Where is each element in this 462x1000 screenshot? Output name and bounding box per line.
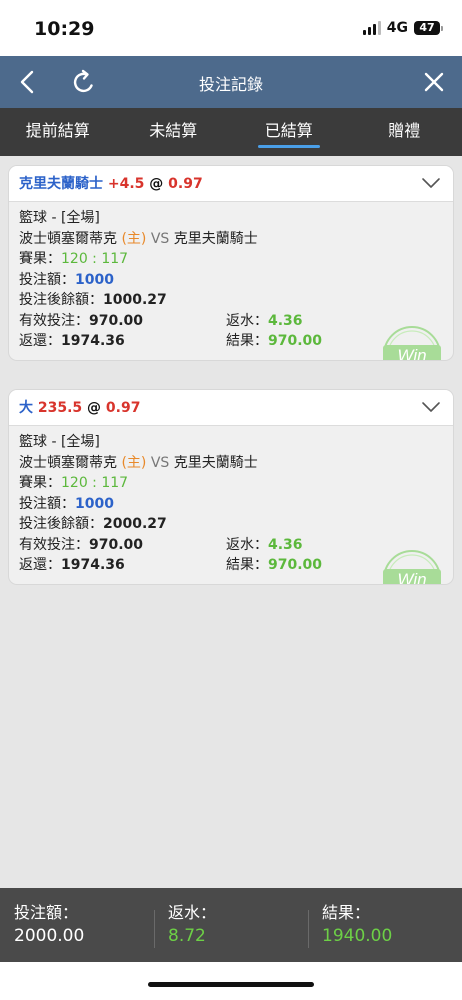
summary-stake: 投注額： 2000.00: [0, 902, 154, 962]
stake-label: 投注額：: [19, 495, 75, 512]
score-value: 120 : 117: [61, 251, 129, 267]
tab-unsettled[interactable]: 未結算: [116, 108, 232, 156]
score-line: 賽果：120 : 117: [19, 249, 443, 270]
summary-stake-label: 投注額：: [14, 903, 79, 922]
vs-label: VS: [150, 230, 170, 247]
valid-label: 有效投注：: [19, 312, 89, 329]
vs-label: VS: [150, 454, 170, 471]
match-line: 波士頓塞爾蒂克 (主) VS 克里夫蘭騎士: [19, 453, 443, 474]
stake-value: 1000: [75, 271, 114, 288]
balance-label: 投注後餘額：: [19, 292, 103, 308]
balance-line: 投注後餘額：2000.27: [19, 514, 443, 535]
stake-line: 投注額：1000: [19, 494, 443, 515]
return-label: 返還：: [19, 333, 61, 349]
win-badge-text: Win: [397, 570, 426, 584]
sport-line: 籃球 - [全場]: [19, 434, 100, 450]
return-value: 1974.36: [61, 557, 125, 573]
valid-rebate-line: 有效投注：970.00 返水：4.36: [19, 311, 443, 332]
rebate-value: 4.36: [268, 312, 303, 329]
balance-label: 投注後餘額：: [19, 516, 103, 532]
stake-label: 投注額：: [19, 271, 75, 288]
tab-bar: 提前結算 未結算 已結算 贈禮: [0, 108, 462, 156]
return-label: 返還：: [19, 557, 61, 573]
bet-line: 235.5: [37, 400, 83, 416]
status-time: 10:29: [34, 18, 95, 40]
summary-result-value: 1940.00: [322, 926, 393, 946]
bet-card-header[interactable]: 大 235.5 @ 0.97: [9, 390, 453, 426]
summary-rebate-value: 8.72: [168, 926, 206, 946]
bet-selection: 克里夫蘭騎士: [19, 176, 103, 192]
score-value: 120 : 117: [61, 475, 129, 491]
app-header: 投注記錄: [0, 56, 462, 108]
return-result-line: 返還：1974.36 結果：970.00: [19, 331, 443, 352]
summary-rebate: 返水： 8.72: [154, 902, 308, 962]
network-label: 4G: [386, 20, 408, 36]
bet-at: @: [87, 400, 102, 416]
score-label: 賽果：: [19, 251, 61, 267]
chevron-down-icon[interactable]: [421, 176, 441, 190]
summary-stake-value: 2000.00: [14, 926, 85, 946]
battery-icon: 47: [414, 21, 443, 35]
valid-label: 有效投注：: [19, 536, 89, 553]
away-team: 克里夫蘭騎士: [173, 230, 258, 247]
home-indicator[interactable]: [148, 982, 314, 987]
sport-line: 籃球 - [全場]: [19, 210, 100, 226]
return-result-line: 返還：1974.36 結果：970.00: [19, 555, 443, 576]
home-team: 波士頓塞爾蒂克: [19, 230, 117, 247]
bet-card: 克里夫蘭騎士 +4.5 @ 0.97 籃球 - [全場] 波士頓塞爾蒂克 (主)…: [9, 166, 453, 360]
result-value: 970.00: [268, 557, 323, 573]
win-stamp-icon: Win: [383, 326, 441, 360]
bet-odds: 0.97: [105, 400, 141, 416]
summary-result: 結果： 1940.00: [308, 902, 462, 962]
bet-at: @: [149, 176, 164, 192]
bet-card: 大 235.5 @ 0.97 籃球 - [全場] 波士頓塞爾蒂克 (主) VS …: [9, 390, 453, 584]
balance-line: 投注後餘額：1000.27: [19, 290, 443, 311]
home-indicator-area: [0, 962, 462, 1000]
rebate-value: 4.36: [268, 536, 303, 553]
status-indicators: 4G 47: [362, 20, 443, 36]
stake-value: 1000: [75, 495, 114, 512]
valid-rebate-line: 有效投注：970.00 返水：4.36: [19, 535, 443, 556]
rebate-label: 返水：: [226, 312, 268, 329]
stake-line: 投注額：1000: [19, 270, 443, 291]
result-value: 970.00: [268, 333, 323, 349]
bet-card-header[interactable]: 克里夫蘭騎士 +4.5 @ 0.97: [9, 166, 453, 202]
close-button[interactable]: [416, 64, 452, 100]
bet-odds: 0.97: [168, 176, 203, 192]
bet-line: +4.5: [107, 176, 145, 192]
chevron-down-icon[interactable]: [421, 400, 441, 414]
balance-value: 1000.27: [103, 292, 167, 308]
tab-settled[interactable]: 已結算: [231, 108, 347, 156]
status-bar: 10:29 4G 47: [0, 0, 462, 56]
result-label: 結果：: [226, 557, 268, 573]
rebate-label: 返水：: [226, 536, 268, 553]
valid-value: 970.00: [89, 536, 144, 553]
close-icon: [424, 72, 444, 92]
balance-value: 2000.27: [103, 516, 167, 532]
home-team: 波士頓塞爾蒂克: [19, 454, 117, 471]
home-tag: (主): [121, 454, 147, 471]
win-stamp-icon: Win: [383, 550, 441, 584]
summary-result-label: 結果：: [322, 903, 371, 922]
bet-selection: 大: [19, 400, 33, 416]
signal-icon: [362, 21, 381, 35]
score-label: 賽果：: [19, 475, 61, 491]
summary-rebate-label: 返水：: [168, 903, 217, 922]
score-line: 賽果：120 : 117: [19, 473, 443, 494]
result-label: 結果：: [226, 333, 268, 349]
summary-bar: 投注額： 2000.00 返水： 8.72 結果： 1940.00: [0, 888, 462, 962]
tab-gifts[interactable]: 贈禮: [347, 108, 462, 156]
match-line: 波士頓塞爾蒂克 (主) VS 克里夫蘭騎士: [19, 229, 443, 250]
valid-value: 970.00: [89, 312, 144, 329]
tab-early-settle[interactable]: 提前結算: [0, 108, 116, 156]
win-badge-text: Win: [397, 346, 426, 360]
home-tag: (主): [121, 230, 147, 247]
page-title: 投注記錄: [198, 75, 263, 94]
away-team: 克里夫蘭騎士: [173, 454, 258, 471]
return-value: 1974.36: [61, 333, 125, 349]
